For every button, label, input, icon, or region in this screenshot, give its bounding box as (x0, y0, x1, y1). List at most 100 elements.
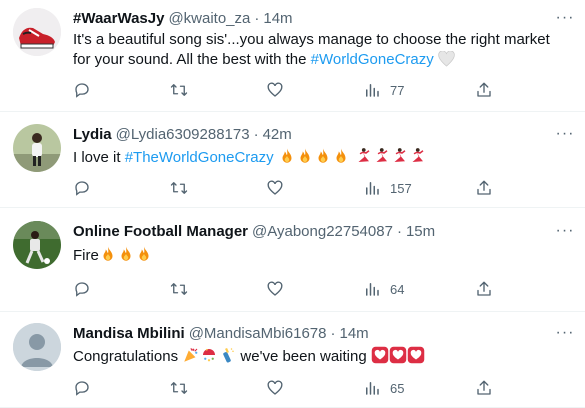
fire-icon (282, 148, 292, 163)
fire-icon (300, 148, 310, 163)
separator-dot: · (396, 222, 402, 240)
reply-button[interactable] (73, 378, 91, 398)
author-handle[interactable]: @MandisaMbi61678 (189, 325, 327, 342)
party-popper-icon (184, 348, 198, 362)
confetti-ball-icon (203, 348, 216, 362)
reply-button[interactable] (73, 80, 91, 100)
heart-icon (267, 82, 283, 97)
dancer-icon (394, 148, 406, 162)
reply-button[interactable] (73, 279, 91, 299)
share-icon (477, 380, 491, 395)
tweet-time[interactable]: 42m (263, 126, 292, 143)
retweet-button[interactable] (170, 80, 188, 100)
tweet-actions: 65 (73, 378, 503, 398)
tweet-text-part: I love it (73, 149, 125, 166)
views-count: 77 (390, 82, 405, 98)
emoji-row (99, 246, 153, 264)
like-button[interactable] (266, 178, 284, 198)
champagne-icon (223, 347, 234, 363)
hashtag-link[interactable]: #TheWorldGoneCrazy (125, 149, 274, 166)
retweet-icon (170, 182, 188, 194)
tweet-text: Fire (73, 245, 563, 266)
share-button[interactable] (475, 178, 493, 198)
author-handle[interactable]: @Lydia6309288173 (116, 126, 250, 143)
views-count: 157 (390, 180, 412, 196)
fire-icon (139, 246, 149, 261)
views-button[interactable]: 65 (363, 378, 404, 398)
views-icon (366, 382, 379, 395)
tweet-text-part: Fire (73, 247, 99, 264)
tweet-text-part: Congratulations (73, 348, 183, 365)
football-player-avatar-image (13, 221, 61, 269)
reply-button[interactable] (73, 178, 91, 198)
views-button[interactable]: 77 (363, 80, 404, 100)
author-name[interactable]: Mandisa Mbilini (73, 325, 185, 342)
fire-icon (103, 246, 113, 261)
views-button[interactable]: 157 (363, 178, 412, 198)
hashtag-link[interactable]: #WorldGoneCrazy (311, 51, 434, 68)
tweet-actions: 157 (73, 178, 503, 198)
share-button[interactable] (475, 378, 493, 398)
views-icon (366, 283, 379, 296)
share-icon (477, 180, 491, 195)
author-handle[interactable]: @Ayabong22754087 (252, 223, 393, 240)
author-name[interactable]: Lydia (73, 126, 112, 143)
heart-box-icon (389, 346, 407, 364)
tweet-time[interactable]: 14m (340, 325, 369, 342)
retweet-button[interactable] (170, 178, 188, 198)
like-button[interactable] (266, 80, 284, 100)
tweet-time[interactable]: 14m (263, 10, 292, 27)
avatar[interactable] (13, 124, 61, 172)
share-button[interactable] (475, 279, 493, 299)
emoji-row (371, 346, 425, 365)
tweet-actions: 77 (73, 80, 503, 100)
like-button[interactable] (266, 279, 284, 299)
retweet-button[interactable] (170, 378, 188, 398)
author-name[interactable]: #WaarWasJy (73, 10, 164, 27)
retweet-button[interactable] (170, 279, 188, 299)
heart-icon (267, 281, 283, 296)
more-options-icon[interactable]: ··· (555, 323, 575, 343)
heart-box-icon (407, 346, 425, 364)
share-icon (477, 281, 491, 296)
reply-icon (75, 282, 89, 297)
share-button[interactable] (475, 80, 493, 100)
fire-icon (318, 148, 328, 163)
tweet-text: Congratulations we've been waiting (73, 346, 563, 367)
more-options-icon[interactable]: ··· (555, 124, 575, 144)
avatar[interactable] (13, 8, 61, 56)
tweet[interactable]: Mandisa Mbilini @MandisaMbi61678 · 14m ·… (0, 312, 585, 408)
fire-icon (121, 246, 131, 261)
retweet-icon (170, 283, 188, 295)
tweet[interactable]: Lydia @Lydia6309288173 · 42m ··· I love … (0, 112, 585, 208)
tweet-time[interactable]: 15m (406, 223, 435, 240)
emoji-row (278, 148, 426, 166)
tweet-text: It's a beautiful song sis'...you always … (73, 30, 563, 70)
retweet-icon (170, 382, 188, 394)
heart-icon (267, 180, 283, 195)
separator-dot: · (254, 9, 260, 27)
author-name[interactable]: Online Football Manager (73, 223, 248, 240)
avatar[interactable] (13, 221, 61, 269)
avatar[interactable] (13, 323, 61, 371)
heart-icon (267, 380, 283, 395)
reply-icon (75, 381, 89, 396)
author-handle[interactable]: @kwaito_za (168, 10, 250, 27)
tweet[interactable]: #WaarWasJy @kwaito_za · 14m ··· It's a b… (0, 0, 585, 112)
white-heart-icon (438, 51, 455, 67)
tweet-actions: 64 (73, 279, 503, 299)
emoji-row-mid (182, 347, 236, 365)
like-button[interactable] (266, 378, 284, 398)
views-button[interactable]: 64 (363, 279, 404, 299)
views-icon (366, 182, 379, 195)
separator-dot: · (330, 324, 336, 342)
views-count: 64 (390, 281, 405, 297)
tweet[interactable]: Online Football Manager @Ayabong22754087… (0, 208, 585, 312)
person-avatar-image (13, 124, 61, 172)
dancer-icon (358, 148, 370, 162)
shoe-avatar-image (13, 8, 61, 56)
tweet-text-part: we've been waiting (236, 348, 371, 365)
more-options-icon[interactable]: ··· (555, 8, 575, 28)
more-options-icon[interactable]: ··· (555, 221, 575, 241)
reply-icon (75, 83, 89, 98)
